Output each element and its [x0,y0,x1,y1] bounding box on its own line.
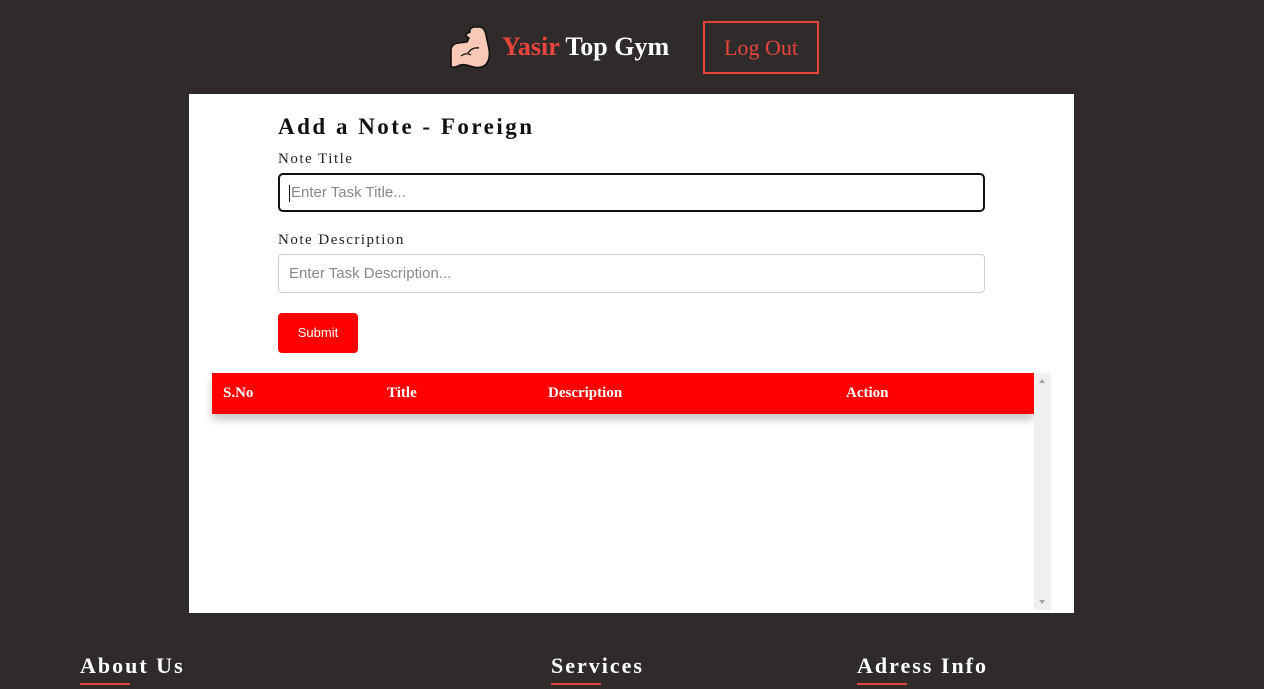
note-description-input[interactable]: Enter Task Description... [278,254,985,293]
footer-heading-underline [857,683,907,685]
site-header: Yasir Top Gym Log Out [0,0,1264,94]
notes-table: S.No Title Description Action [212,373,1051,610]
footer-heading-about: About Us [80,653,185,678]
scroll-up-arrow-icon[interactable] [1039,379,1045,383]
column-header-action: Action [846,385,889,401]
notes-card: Add a Note - Foreign Note Title Enter Ta… [189,94,1074,613]
brand-name[interactable]: Yasir Top Gym [502,31,669,63]
note-title-label: Note Title [278,151,354,167]
scroll-down-arrow-icon[interactable] [1039,600,1045,604]
logo[interactable] [448,25,492,69]
brand-first-word: Yasir [502,32,560,61]
table-scrollbar[interactable] [1034,373,1051,610]
note-description-placeholder: Enter Task Description... [289,265,452,282]
brand-rest: Top Gym [565,32,670,61]
form-title: Add a Note - Foreign [278,114,535,139]
footer-heading-address: Adress Info [857,653,989,678]
submit-button[interactable]: Submit [278,313,358,353]
column-header-title: Title [387,385,417,401]
table-header: S.No Title Description Action [212,373,1034,414]
text-caret [289,184,290,202]
note-title-placeholder: Enter Task Title... [291,184,406,201]
column-header-sno: S.No [223,385,254,401]
footer-heading-underline [80,683,130,685]
column-header-description: Description [548,385,623,401]
note-title-input[interactable]: Enter Task Title... [278,173,985,212]
footer-heading-underline [551,683,601,685]
logout-button[interactable]: Log Out [703,21,819,74]
flexed-biceps-icon [450,26,491,69]
note-description-label: Note Description [278,232,405,248]
footer-heading-services: Services [551,653,644,678]
